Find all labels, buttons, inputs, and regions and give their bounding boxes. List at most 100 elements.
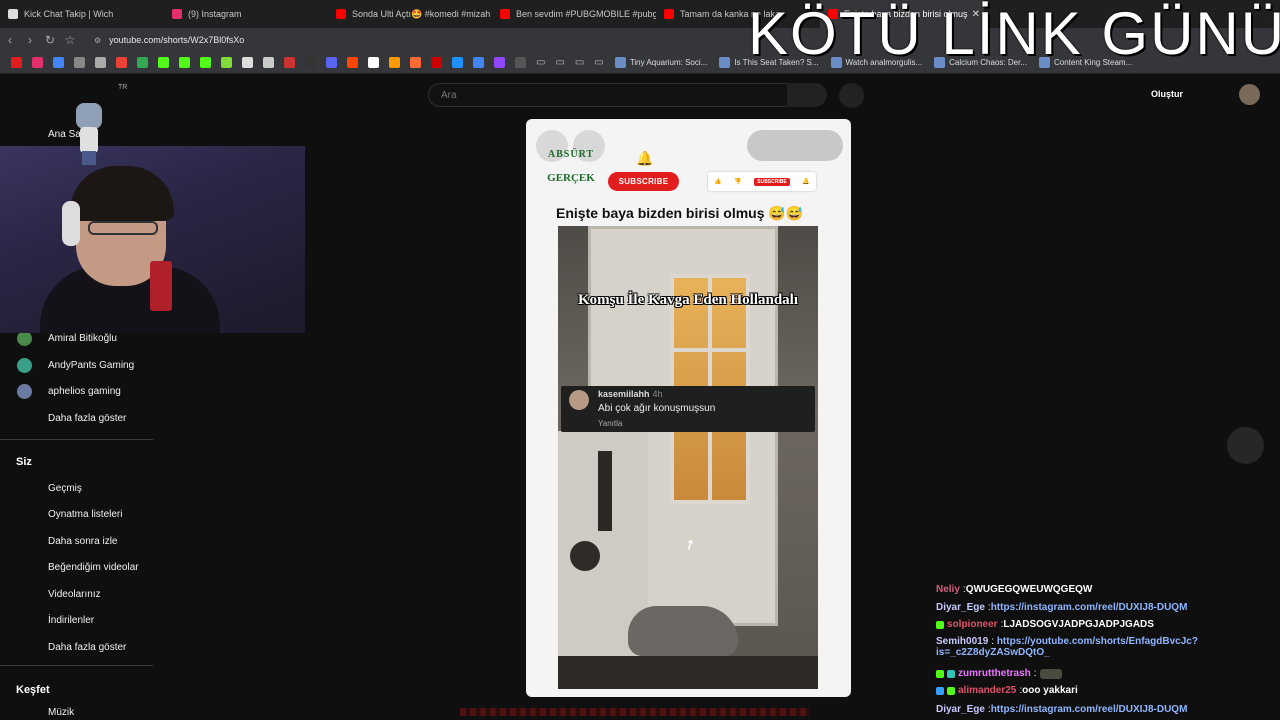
bookmark-favicon-icon[interactable] — [368, 57, 379, 68]
cat — [628, 606, 738, 656]
country-code: TR — [118, 84, 128, 91]
bookmark-folder-icon[interactable]: ▭ — [555, 57, 564, 68]
bookmark-star-icon[interactable]: ☆ — [60, 33, 80, 47]
bookmark-favicon-icon[interactable] — [242, 57, 253, 68]
browser-tab[interactable]: Sonda Ulti Açtı🤩 #komedi #mizah # — [328, 0, 492, 28]
bookmark-favicon-icon[interactable] — [473, 57, 484, 68]
avatar[interactable] — [1239, 84, 1260, 105]
site-info-icon[interactable]: ⚙ — [94, 36, 101, 45]
chat-username: alimander25 — [958, 685, 1017, 696]
bookmark-favicon-icon[interactable] — [263, 57, 274, 68]
bookmark-favicon-icon[interactable] — [137, 57, 148, 68]
search-input[interactable]: Ara — [428, 83, 788, 107]
bookmark-favicon-icon[interactable] — [326, 57, 337, 68]
bookmark-favicon-icon[interactable] — [158, 57, 169, 68]
voice-search-button[interactable] — [839, 83, 864, 108]
chat-username: Semih0019 — [936, 636, 989, 647]
chat-message: Semih0019: https://youtube.com/shorts/En… — [936, 636, 1206, 658]
tab-favicon-icon — [336, 9, 346, 19]
streamer-webcam — [0, 146, 305, 333]
sidebar-item-liked-videos[interactable]: Beğendiğim videolar — [48, 562, 139, 573]
comment-header: kasemiilahh 4h — [598, 389, 663, 399]
sidebar-item-playlists[interactable]: Oynatma listeleri — [48, 509, 122, 520]
video-frame[interactable]: Komşu İle Kavga Eden Hollandalı kasemiil… — [558, 226, 818, 689]
chat-username: zumrutthetrash — [958, 668, 1031, 679]
bookmark-favicon-icon[interactable] — [11, 57, 22, 68]
comment-overlay: kasemiilahh 4h Abi çok ağır konuşmuşsun Y… — [561, 386, 815, 432]
bookmark-favicon-icon[interactable] — [32, 57, 43, 68]
bookmark-favicon-icon[interactable] — [494, 57, 505, 68]
forward-icon[interactable]: › — [20, 33, 40, 47]
sidebar-divider — [0, 439, 153, 440]
logo-bottom-text: GERÇEK — [547, 172, 595, 184]
bell-icon: 🔔 — [802, 179, 810, 185]
chat-text: QWUGEGQWEUWQGEQW — [965, 584, 1093, 595]
video-caption: Komşu İle Kavga Eden Hollandalı — [577, 292, 799, 308]
bell-icon: 🔔 — [636, 150, 654, 166]
channel-logo: ABSÜRT GERÇEK — [544, 149, 598, 197]
create-button[interactable]: Oluştur — [1151, 89, 1183, 99]
sidebar-item-subscription[interactable]: AndyPants Gaming — [48, 360, 134, 371]
browser-tab[interactable]: (9) Instagram — [164, 0, 328, 28]
browser-tab[interactable]: Kick Chat Takip | Wich — [0, 0, 164, 28]
bookmark-favicon-icon[interactable] — [284, 57, 295, 68]
stream-overlay-title: KÖTÜ LİNK GÜNÜ — [748, 0, 1280, 67]
tab-label: (9) Instagram — [188, 9, 242, 19]
bookmark-favicon-icon[interactable] — [53, 57, 64, 68]
bookmark-favicon-icon[interactable] — [410, 57, 421, 68]
tab-favicon-icon — [172, 9, 182, 19]
sidebar-item-show-more[interactable]: Daha fazla göster — [48, 413, 126, 424]
bookmark-favicon-icon[interactable] — [431, 57, 442, 68]
shorts-player[interactable]: ABSÜRT GERÇEK 🔔 SUBSCRIBE 👍 👎 SUBSCRIBE … — [526, 119, 851, 697]
channel-avatar — [17, 358, 32, 373]
back-icon[interactable]: ‹ — [0, 33, 20, 47]
bookmark-favicon-icon[interactable] — [74, 57, 85, 68]
bookmark-favicon-icon[interactable] — [305, 57, 316, 68]
sidebar-item-show-more[interactable]: Daha fazla göster — [48, 642, 126, 653]
sidebar-section-explore[interactable]: Keşfet — [16, 684, 50, 696]
sidebar-item-music[interactable]: Müzik — [48, 707, 74, 718]
bookmark-link[interactable]: Tiny Aquarium: Soci... — [614, 57, 707, 68]
steam-icon — [614, 57, 626, 68]
mini-subscribe-label: SUBSCRIBE — [754, 177, 790, 186]
browser-tab[interactable]: Ben sevdim #PUBGMOBILE #pubgm — [492, 0, 656, 28]
sidebar-item-downloads[interactable]: İndirilenler — [48, 615, 94, 626]
chat-link[interactable]: https://instagram.com/reel/DUXIJ8-DUQM — [991, 602, 1188, 613]
short-title: Enişte baya bizden birisi olmuş 😅😅 — [556, 205, 804, 221]
chat-link[interactable]: https://instagram.com/reel/DUXIJ8-DUQM — [991, 704, 1188, 715]
sidebar-item-subscription[interactable]: Amiral Bitikoğlu — [48, 333, 117, 344]
comment-text: Abi çok ağır konuşmuşsun — [598, 403, 716, 414]
bookmark-folder-icon[interactable]: ▭ — [575, 57, 584, 68]
bookmark-favicon-icon[interactable] — [200, 57, 211, 68]
bookmark-favicon-icon[interactable] — [116, 57, 127, 68]
chat-badge-icon — [947, 669, 955, 678]
tab-favicon-icon — [664, 9, 674, 19]
reload-icon[interactable]: ↻ — [40, 33, 60, 47]
bookmark-favicon-icon[interactable] — [452, 57, 463, 68]
tab-favicon-icon — [8, 9, 18, 19]
url-field[interactable]: ⚙ youtube.com/shorts/W2x7Bl0fsXo — [94, 35, 244, 45]
bookmark-favicon-icon[interactable] — [389, 57, 400, 68]
chat-message: Diyar_Ege: https://instagram.com/reel/DU… — [936, 704, 1187, 715]
bookmark-folder-icon[interactable]: ▭ — [536, 57, 545, 68]
bookmark-favicon-icon[interactable] — [95, 57, 106, 68]
next-short-button[interactable] — [1227, 427, 1264, 464]
sidebar-item-your-videos[interactable]: Videolarınız — [48, 589, 101, 600]
search-button[interactable] — [787, 83, 827, 107]
channel-avatar — [17, 331, 32, 346]
bookmark-favicon-icon[interactable] — [515, 57, 526, 68]
sidebar-item-subscription[interactable]: aphelios gaming — [48, 386, 121, 397]
bookmark-favicon-icon[interactable] — [221, 57, 232, 68]
chat-separator: : — [1033, 668, 1037, 679]
bookmark-favicon-icon[interactable] — [179, 57, 190, 68]
tab-label: Kick Chat Takip | Wich — [24, 9, 114, 19]
chat-badge-icon — [936, 669, 944, 678]
sidebar-item-watch-later[interactable]: Daha sonra izle — [48, 536, 117, 547]
bookmark-folder-icon[interactable]: ▭ — [594, 57, 603, 68]
bookmark-favicon-icon[interactable] — [347, 57, 358, 68]
sidebar-item-history[interactable]: Geçmiş — [48, 483, 82, 494]
dislike-icon: 👎 — [734, 179, 742, 185]
logo-top-text: ABSÜRT — [547, 149, 595, 160]
player-controls-pill[interactable] — [747, 130, 843, 161]
sidebar-section-you[interactable]: Siz — [16, 456, 32, 468]
